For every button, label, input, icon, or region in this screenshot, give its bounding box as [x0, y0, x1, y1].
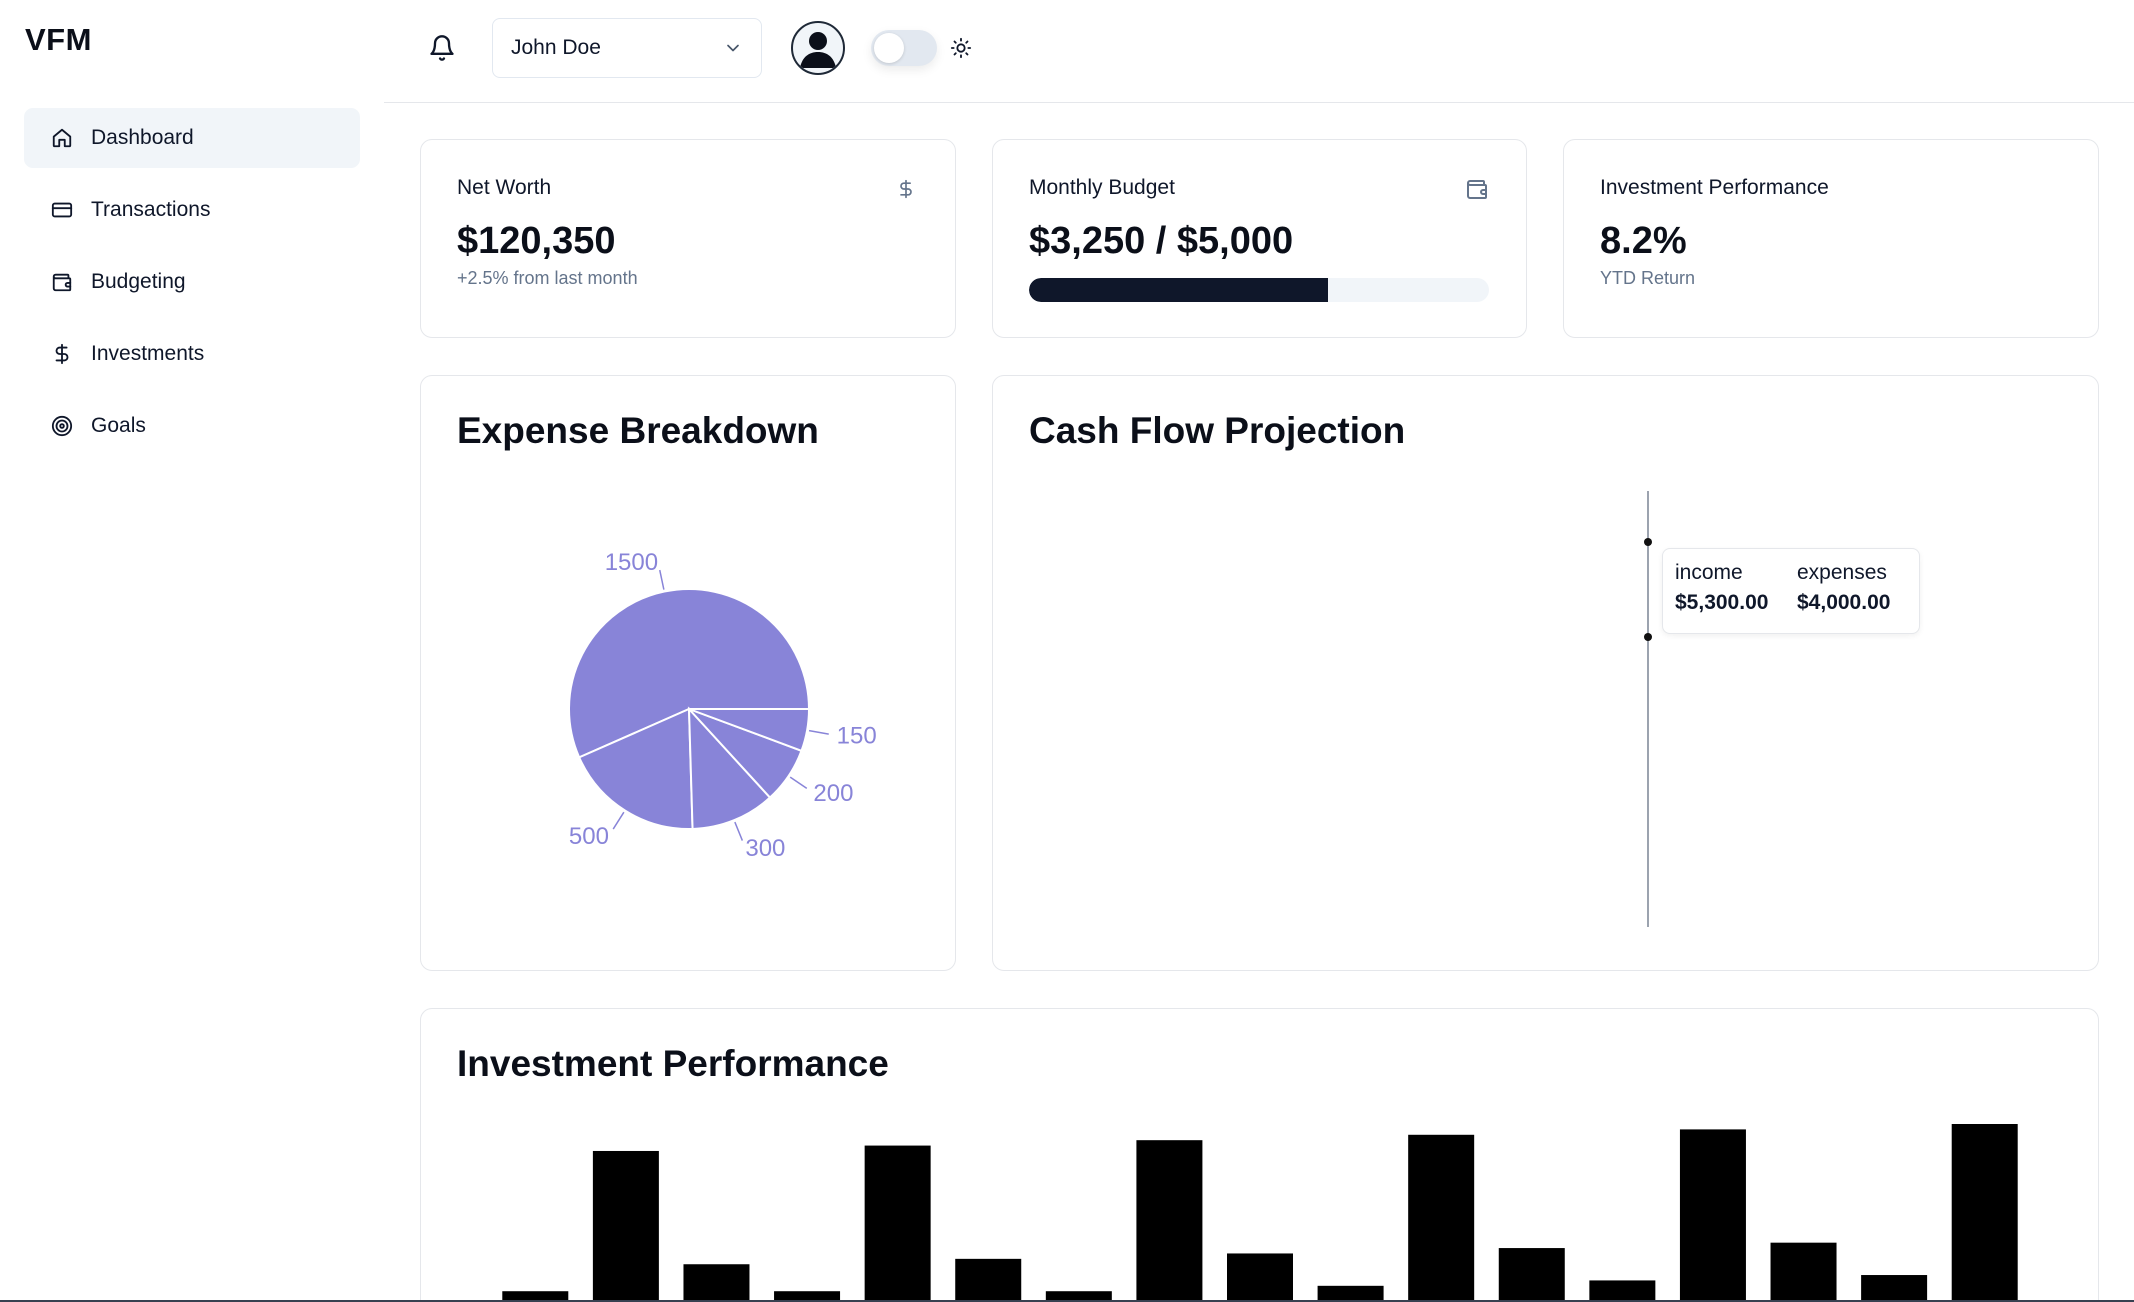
investment-bar[interactable] — [1136, 1140, 1203, 1302]
pie-label-line — [659, 569, 665, 590]
sidebar-item-goals[interactable]: Goals — [24, 396, 360, 456]
monthly-budget-card: Monthly Budget $3,250 / $5,000 — [992, 139, 1527, 338]
sidebar-item-transactions[interactable]: Transactions — [24, 180, 360, 240]
monthly-budget-value: $3,250 / $5,000 — [1029, 220, 1294, 262]
user-icon — [800, 32, 836, 68]
sidebar: VFM Dashboard Transactions Budgeting Inv… — [0, 0, 384, 1302]
tooltip-income-value: $5,300.00 — [1675, 591, 1769, 614]
investment-bar[interactable] — [1770, 1242, 1837, 1302]
top-header: John Doe — [384, 0, 2134, 103]
dollar-icon — [893, 176, 919, 202]
investment-bar[interactable] — [1227, 1253, 1293, 1302]
theme-toggle[interactable] — [871, 30, 937, 66]
cash-flow-chart — [1644, 491, 1652, 927]
tooltip-expenses: expenses $4,000.00 — [1797, 561, 1890, 615]
investment-bar[interactable] — [1861, 1275, 1928, 1302]
sidebar-item-label: Transactions — [91, 198, 211, 221]
pie-label-line — [734, 821, 744, 841]
pie-slice-label: 200 — [813, 780, 853, 807]
theme-toggle-knob — [874, 33, 904, 63]
pie-label-line — [789, 776, 808, 789]
avatar[interactable] — [791, 21, 845, 75]
brand-logo: VFM — [25, 22, 92, 57]
investment-performance-sub: YTD Return — [1600, 268, 1696, 288]
investment-bar[interactable] — [683, 1264, 750, 1302]
investment-performance-card: Investment Performance 8.2% YTD Return — [1563, 139, 2099, 338]
expense-pie-chart: 1500 500 300 200 150 — [568, 549, 877, 862]
investment-bar[interactable] — [864, 1145, 931, 1302]
expenses-point — [1644, 633, 1652, 641]
net-worth-title: Net Worth — [457, 176, 552, 199]
investment-bar[interactable] — [1951, 1124, 2018, 1302]
investment-bar[interactable] — [1679, 1129, 1746, 1302]
dollar-icon — [49, 341, 75, 367]
investment-bar[interactable] — [1498, 1248, 1565, 1302]
credit-card-icon — [49, 197, 75, 223]
investment-performance-value: 8.2% — [1600, 220, 1687, 262]
sidebar-nav: Dashboard Transactions Budgeting Investm… — [24, 108, 360, 468]
pie-slice-label: 300 — [745, 835, 785, 862]
investment-bar[interactable] — [955, 1258, 1022, 1302]
user-select[interactable]: John Doe — [492, 18, 762, 78]
net-worth-card: Net Worth $120,350 +2.5% from last month — [420, 139, 956, 338]
sidebar-item-budgeting[interactable]: Budgeting — [24, 252, 360, 312]
wallet-icon — [49, 269, 75, 295]
bell-icon[interactable] — [424, 30, 460, 66]
target-icon — [49, 413, 75, 439]
sidebar-item-dashboard[interactable]: Dashboard — [24, 108, 360, 168]
investment-performance-title: Investment Performance — [1600, 176, 1829, 199]
income-point — [1644, 538, 1652, 546]
sun-icon — [947, 34, 975, 62]
monthly-budget-title: Monthly Budget — [1029, 176, 1175, 199]
cash-flow-tooltip: income $5,300.00 expenses $4,000.00 — [1662, 548, 1920, 634]
sidebar-item-label: Investments — [91, 342, 205, 365]
tooltip-expenses-label: expenses — [1797, 561, 1887, 584]
investment-bar[interactable] — [592, 1150, 659, 1302]
pie-slice-label: 1500 — [605, 549, 658, 576]
budget-progress-bar — [1029, 278, 1489, 302]
investment-bar[interactable] — [1408, 1134, 1475, 1302]
sidebar-item-label: Goals — [91, 414, 146, 437]
tooltip-expenses-value: $4,000.00 — [1797, 591, 1891, 614]
home-icon — [49, 125, 75, 151]
budget-progress-fill — [1029, 278, 1328, 302]
chevron-down-icon — [723, 38, 743, 64]
tooltip-income-label: income — [1675, 561, 1743, 584]
net-worth-change: +2.5% from last month — [457, 268, 638, 288]
investment-bar[interactable] — [1589, 1280, 1656, 1302]
net-worth-value: $120,350 — [457, 220, 616, 262]
user-select-value: John Doe — [511, 36, 601, 59]
sidebar-item-investments[interactable]: Investments — [24, 324, 360, 384]
sidebar-item-label: Dashboard — [91, 126, 194, 149]
pie-slice-label: 500 — [569, 823, 609, 850]
pie-label-line — [612, 811, 625, 830]
pie-label-line — [808, 729, 829, 735]
wallet-icon — [1464, 176, 1490, 202]
investment-bar-chart — [502, 1124, 2018, 1302]
tooltip-income: income $5,300.00 — [1675, 561, 1768, 615]
sidebar-item-label: Budgeting — [91, 270, 186, 293]
pie-slice-label: 150 — [837, 723, 877, 750]
